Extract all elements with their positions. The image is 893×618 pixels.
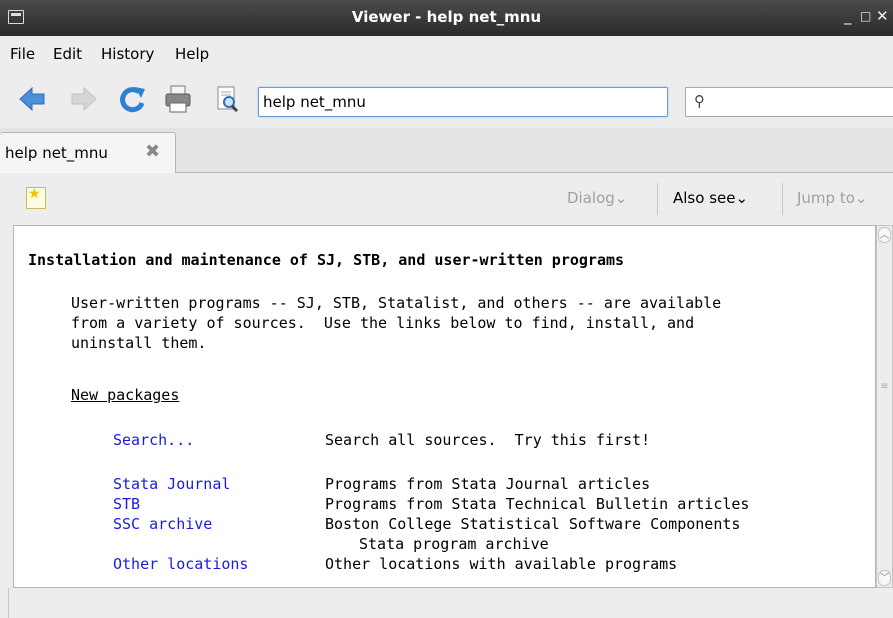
forward-arrow-icon[interactable] [68, 83, 100, 115]
scroll-down-icon[interactable]: ﹀ [878, 570, 891, 586]
menu-help[interactable]: Help [175, 45, 209, 63]
chevron-down-icon: ⌄ [614, 189, 628, 207]
print-icon[interactable] [162, 83, 194, 115]
command-input[interactable] [259, 88, 667, 116]
also-see-dropdown[interactable]: Also see⌄ [673, 189, 748, 207]
maximize-button[interactable]: □ [860, 9, 871, 23]
status-bar [0, 588, 893, 618]
stata-journal-description: Programs from Stata Journal articles [325, 475, 651, 493]
menu-bar: File Edit History Help [0, 36, 893, 70]
intro-line: User-written programs -- SJ, STB, Statal… [71, 294, 722, 312]
menu-file[interactable]: File [10, 45, 35, 63]
stata-journal-link[interactable]: Stata Journal [113, 474, 230, 494]
also-see-label: Also see [673, 189, 736, 207]
dialog-dropdown[interactable]: Dialog⌄ [567, 189, 627, 207]
vertical-scrollbar[interactable]: ︿ ≡ ﹀ [876, 225, 893, 588]
back-arrow-icon[interactable] [16, 83, 48, 115]
help-content: Installation and maintenance of SJ, STB,… [13, 225, 876, 588]
ssc-archive-description-cont: Stata program archive [359, 535, 549, 553]
tab-label: help net_mnu [5, 144, 108, 162]
search-description: Search all sources. Try this first! [325, 431, 651, 449]
chevron-down-icon: ⌄ [735, 189, 749, 207]
refresh-icon[interactable] [117, 83, 149, 115]
print-preview-icon[interactable] [211, 83, 243, 115]
other-locations-description: Other locations with available programs [325, 555, 678, 573]
search-link[interactable]: Search... [113, 430, 194, 450]
search-field[interactable]: ⚲ [685, 87, 893, 117]
close-button[interactable]: ✕ [876, 7, 889, 25]
new-note-icon[interactable]: ★ [26, 186, 46, 209]
menu-edit[interactable]: Edit [53, 45, 82, 63]
menu-history[interactable]: History [101, 45, 154, 63]
separator [657, 183, 658, 215]
tab-close-icon[interactable]: ✖ [145, 141, 160, 162]
search-icon: ⚲ [694, 92, 705, 110]
ssc-archive-link[interactable]: SSC archive [113, 514, 212, 534]
intro-line: from a variety of sources. Use the links… [71, 314, 695, 332]
chevron-down-icon: ⌄ [854, 189, 868, 207]
separator [782, 183, 783, 215]
ssc-archive-description: Boston College Statistical Software Comp… [325, 515, 741, 533]
other-locations-link[interactable]: Other locations [113, 554, 248, 574]
new-packages-link[interactable]: New packages [71, 385, 179, 405]
help-toolbar: ★ Dialog⌄ Also see⌄ Jump to⌄ [0, 173, 893, 225]
scroll-up-icon[interactable]: ︿ [878, 227, 891, 243]
jump-to-label: Jump to [797, 189, 855, 207]
scroll-grip-icon[interactable]: ≡ [879, 381, 890, 401]
title-bar: Viewer - help net_mnu _ □ ✕ [0, 0, 893, 36]
command-input-box [258, 87, 668, 117]
dialog-label: Dialog [567, 189, 615, 207]
intro-line: uninstall them. [71, 334, 207, 352]
stb-description: Programs from Stata Technical Bulletin a… [325, 495, 750, 513]
jump-to-dropdown[interactable]: Jump to⌄ [797, 189, 867, 207]
stb-link[interactable]: STB [113, 494, 140, 514]
minimize-button[interactable]: _ [844, 7, 852, 25]
window-title: Viewer - help net_mnu [351, 8, 542, 26]
tab-bar: help net_mnu ✖ [0, 128, 893, 173]
tab-help-net-mnu[interactable]: help net_mnu ✖ [0, 132, 176, 173]
help-heading: Installation and maintenance of SJ, STB,… [28, 251, 625, 269]
